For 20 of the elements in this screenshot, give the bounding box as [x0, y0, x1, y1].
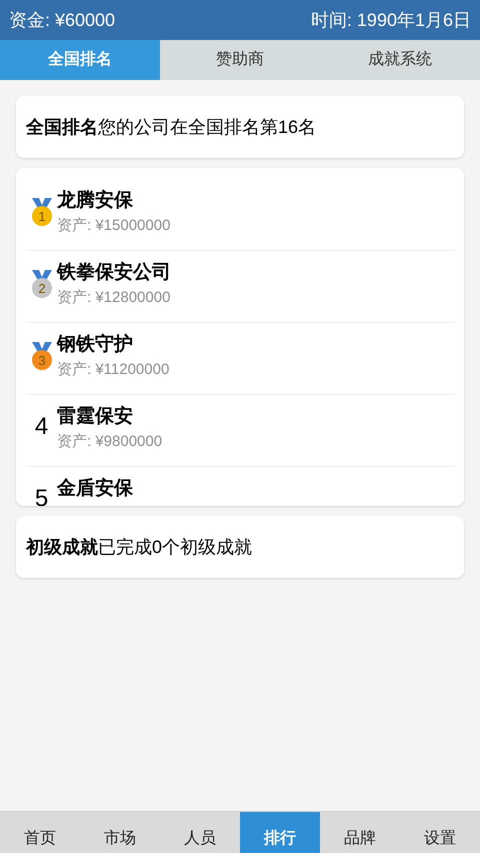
rank-number: 4	[34, 413, 48, 441]
assets-text: 资产: ¥12800000	[57, 288, 171, 308]
achievement-text: 初级成就已完成0个初级成就	[26, 536, 252, 558]
nav-item[interactable]: 人员	[160, 812, 240, 853]
ranking-summary-text: 全国排名您的公司在全国排名第16名	[26, 116, 316, 138]
nav-item[interactable]: 品牌	[320, 812, 400, 853]
company-name: 雷霆保安	[57, 404, 134, 429]
assets-text: 资产: ¥15000000	[57, 216, 170, 236]
company-name: 龙腾安保	[57, 188, 134, 213]
company-name: 铁拳保安公司	[57, 260, 171, 285]
funds-label: 资金: ¥60000	[9, 8, 116, 32]
company-name: 金盾安保	[57, 476, 133, 501]
rank-number: 5	[34, 485, 48, 506]
nav-item[interactable]: 设置	[400, 812, 480, 853]
nav-item[interactable]: 首页	[0, 812, 80, 853]
nav-item[interactable]: 市场	[80, 812, 160, 853]
company-name: 钢铁守护	[57, 332, 134, 357]
date-label: 时间: 1990年1月6日	[310, 8, 471, 32]
assets-text: 资产: ¥9800000	[57, 432, 162, 452]
assets-text: 资产: ¥11200000	[57, 360, 170, 380]
